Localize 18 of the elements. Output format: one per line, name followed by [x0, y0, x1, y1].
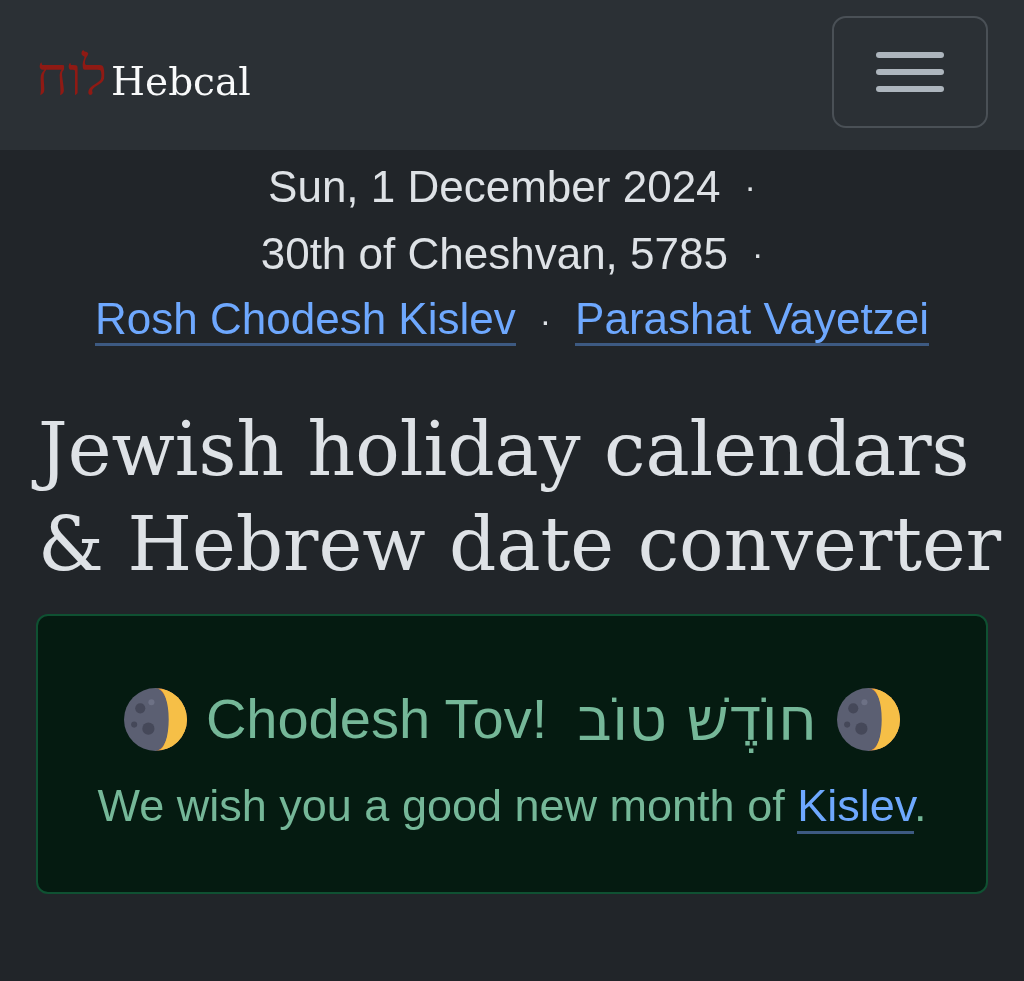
logo-hebrew: לוח: [36, 50, 108, 104]
menu-icon: [876, 52, 944, 92]
wish-message: We wish you a good new month of Kislev.: [97, 778, 927, 834]
greeting-text: Chodesh Tov!: [205, 686, 548, 752]
date-link[interactable]: Rosh Chodesh Kislev: [95, 295, 516, 346]
menu-button[interactable]: [832, 16, 988, 128]
separator-dot: ·: [751, 233, 764, 274]
separator-dot: ·: [744, 166, 756, 207]
date-link[interactable]: Parashat Vayetzei: [575, 295, 929, 346]
separator-dot: ·: [539, 300, 552, 341]
crescent-moon-icon: [123, 687, 187, 751]
page-heading: Jewish holiday calendars & Hebrew date converter: [30, 402, 1005, 592]
date-text: Sun, 1 December 2024: [268, 160, 721, 213]
crescent-moon-icon: [837, 687, 901, 751]
logo-text: Hebcal: [111, 62, 251, 101]
month-link[interactable]: Kislev: [797, 780, 914, 834]
date-text: 30th of Cheshvan, 5785: [260, 227, 728, 280]
greeting-hebrew: חוֹדֶשׁ טוֹב: [577, 684, 818, 754]
